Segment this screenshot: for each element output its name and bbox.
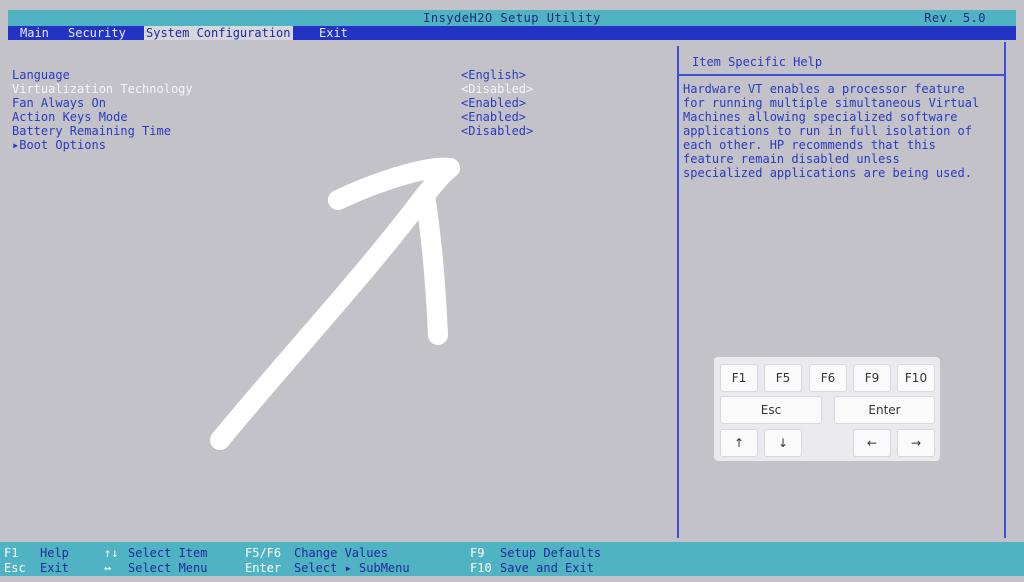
osk-key-esc[interactable]: Esc xyxy=(720,396,822,424)
footer-key: ↑↓ xyxy=(104,546,119,560)
footer-key: F9 xyxy=(470,546,485,560)
footer-desc: Help xyxy=(40,546,69,560)
bios-screen: InsydeH2O Setup Utility Rev. 5.0 Main Se… xyxy=(0,0,1024,582)
setting-language[interactable]: Language <English> xyxy=(12,68,572,82)
osk-key-enter[interactable]: Enter xyxy=(834,396,935,424)
footer-desc: Select ▸ SubMenu xyxy=(294,561,410,575)
setting-value[interactable]: <Enabled> xyxy=(461,110,526,124)
help-divider xyxy=(679,74,1005,76)
title-bar: InsydeH2O Setup Utility Rev. 5.0 xyxy=(8,10,1016,26)
menu-exit[interactable]: Exit xyxy=(317,26,350,40)
osk-key-f10[interactable]: F10 xyxy=(897,364,935,392)
menu-system-configuration[interactable]: System Configuration xyxy=(144,26,293,40)
footer-key: F10 xyxy=(470,561,492,575)
help-line: specialized applications are being used. xyxy=(683,166,972,180)
osk-key-up-arrow-icon[interactable]: ↑ xyxy=(720,429,758,457)
help-text: Hardware VT enables a processor feature … xyxy=(683,82,1003,180)
setting-label: ▸Boot Options xyxy=(12,138,106,152)
panel-divider xyxy=(677,46,679,538)
setting-value[interactable]: <Enabled> xyxy=(461,96,526,110)
footer-key: Enter xyxy=(245,561,282,575)
menu-security[interactable]: Security xyxy=(66,26,128,40)
footer-desc: Setup Defaults xyxy=(500,546,602,560)
osk-key-f5[interactable]: F5 xyxy=(764,364,802,392)
setting-value[interactable]: <Disabled> xyxy=(461,82,533,96)
arrow-annotation-icon xyxy=(210,157,460,450)
setting-action-keys-mode[interactable]: Action Keys Mode <Enabled> xyxy=(12,110,572,124)
help-line: Machines allowing specialized software xyxy=(683,110,958,124)
setting-label: Language xyxy=(12,68,70,82)
osk-key-left-arrow-icon[interactable]: ← xyxy=(853,429,891,457)
setting-virtualization-technology[interactable]: Virtualization Technology <Disabled> xyxy=(12,82,572,96)
help-line: for running multiple simultaneous Virtua… xyxy=(683,96,980,110)
footer-hint-bar: F1 Help Esc Exit ↑↓ Select Item ↔ Select… xyxy=(0,542,1024,576)
footer-desc: Change Values xyxy=(294,546,388,560)
footer-key: Esc xyxy=(4,561,26,575)
setting-value[interactable]: <Disabled> xyxy=(461,124,533,138)
footer-key: F1 xyxy=(4,546,19,560)
help-line: each other. HP recommends that this xyxy=(683,138,936,152)
footer-desc: Select Item xyxy=(128,546,208,560)
footer-desc: Save and Exit xyxy=(500,561,594,575)
help-title: Item Specific Help xyxy=(692,55,823,69)
setting-label: Virtualization Technology xyxy=(12,82,193,96)
setting-label: Fan Always On xyxy=(12,96,106,110)
footer-desc: Exit xyxy=(40,561,69,575)
setting-battery-remaining-time[interactable]: Battery Remaining Time <Disabled> xyxy=(12,124,572,138)
osk-key-down-arrow-icon[interactable]: ↓ xyxy=(764,429,802,457)
osk-key-f9[interactable]: F9 xyxy=(853,364,891,392)
setting-label: Action Keys Mode xyxy=(12,110,128,124)
menu-bar: Main Security System Configuration Exit xyxy=(8,26,1016,40)
footer-desc: Select Menu xyxy=(128,561,208,575)
window-title: InsydeH2O Setup Utility xyxy=(423,11,601,25)
setting-fan-always-on[interactable]: Fan Always On <Enabled> xyxy=(12,96,572,110)
footer-key: ↔ xyxy=(104,561,112,575)
help-line: applications to run in full isolation of xyxy=(683,124,972,138)
onscreen-keyboard: F1 F5 F6 F9 F10 Esc Enter ↑ ↓ ← → xyxy=(714,357,940,461)
osk-key-f1[interactable]: F1 xyxy=(720,364,758,392)
help-line: Hardware VT enables a processor feature xyxy=(683,82,965,96)
osk-key-f6[interactable]: F6 xyxy=(809,364,847,392)
help-line: feature remain disabled unless xyxy=(683,152,900,166)
setting-label: Battery Remaining Time xyxy=(12,124,171,138)
revision-label: Rev. 5.0 xyxy=(924,11,986,25)
osk-key-right-arrow-icon[interactable]: → xyxy=(897,429,935,457)
footer-key: F5/F6 xyxy=(245,546,282,560)
menu-main[interactable]: Main xyxy=(18,26,51,40)
setting-value[interactable]: <English> xyxy=(461,68,526,82)
